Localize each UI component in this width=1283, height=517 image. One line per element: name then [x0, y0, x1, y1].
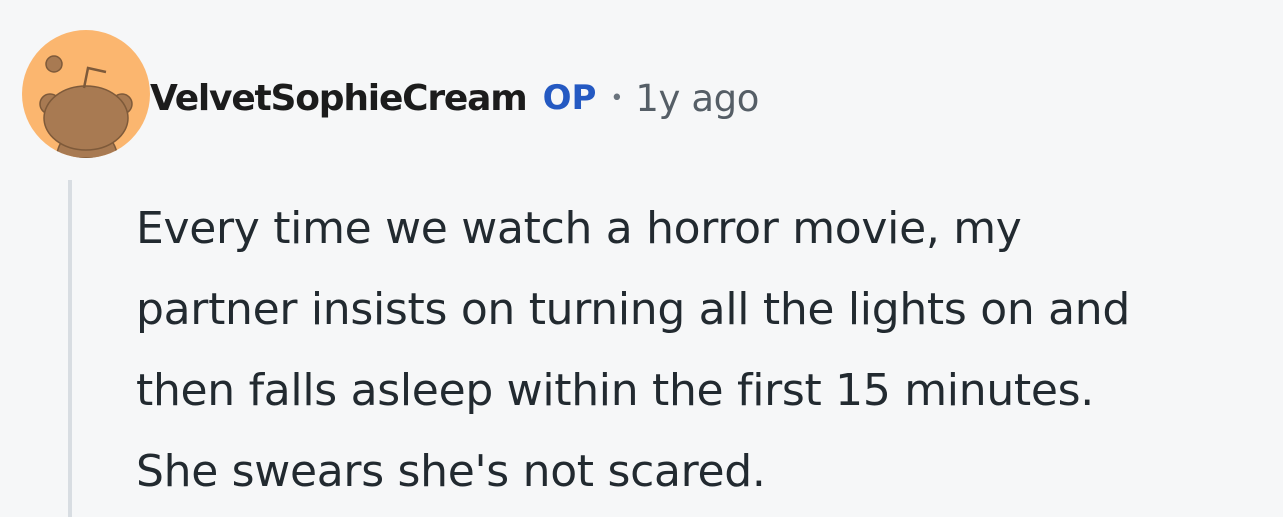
reddit-snoo-avatar-icon	[22, 30, 150, 158]
comment: VelvetSophieCream OP • 1y ago Every time…	[0, 0, 1283, 517]
comment-body: Every time we watch a horror movie, my p…	[136, 188, 1276, 512]
comment-body-line: then falls asleep within the first 15 mi…	[136, 365, 1094, 416]
timestamp[interactable]: 1y ago	[635, 77, 759, 120]
avatar[interactable]	[22, 30, 150, 158]
comment-body-line: Every time we watch a horror movie, my	[136, 203, 1022, 254]
username-link[interactable]: VelvetSophieCream	[150, 78, 528, 119]
comment-meta: VelvetSophieCream OP • 1y ago	[150, 70, 759, 126]
separator-dot: •	[610, 85, 624, 111]
comment-body-line: She swears she's not scared.	[136, 446, 766, 497]
comment-body-line: partner insists on turning all the light…	[136, 284, 1130, 335]
op-badge: OP	[542, 78, 597, 118]
thread-line[interactable]	[68, 180, 72, 517]
